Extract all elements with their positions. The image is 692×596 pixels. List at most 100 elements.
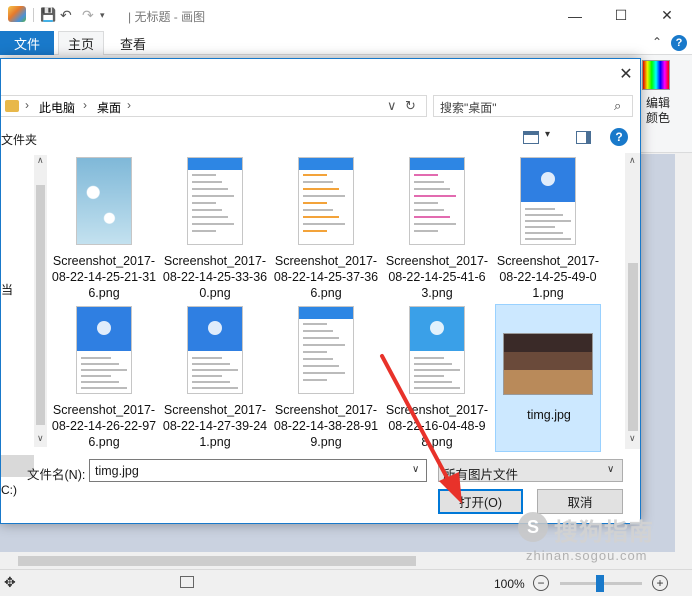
search-placeholder: 搜索"桌面" bbox=[440, 101, 497, 115]
scroll-down-icon[interactable]: ∨ bbox=[37, 433, 44, 444]
status-bar: ✥ 100% − + bbox=[0, 569, 692, 596]
address-bar[interactable]: › 此电脑 › 桌面 › ∨ ↻ bbox=[1, 95, 427, 117]
tab-view[interactable]: 查看 bbox=[110, 31, 156, 55]
file-item[interactable]: Screenshot_2017-08-22-14-25-33-360.png bbox=[162, 155, 268, 303]
refresh-icon[interactable]: ↻ bbox=[405, 98, 416, 114]
search-input[interactable]: 搜索"桌面" ⌕ bbox=[433, 95, 633, 117]
canvas-vertical-scrollbar[interactable] bbox=[675, 154, 692, 552]
minimize-button[interactable]: — bbox=[552, 0, 598, 31]
zoom-out-button[interactable]: − bbox=[533, 575, 549, 591]
file-item[interactable]: Screenshot_2017-08-22-14-26-22-976.png bbox=[51, 304, 157, 452]
tab-file[interactable]: 文件 bbox=[0, 31, 54, 55]
image-thumbnail bbox=[503, 333, 593, 395]
filename-value: timg.jpg bbox=[95, 464, 139, 478]
file-item[interactable]: Screenshot_2017-08-22-14-25-21-316.png bbox=[51, 155, 157, 303]
nav-item[interactable]: 当 bbox=[1, 281, 13, 298]
move-cursor-icon: ✥ bbox=[4, 574, 16, 590]
file-item[interactable]: Screenshot_2017-08-22-14-25-49-01.png bbox=[495, 155, 601, 303]
screenshot-thumbnail bbox=[298, 157, 354, 245]
color-palette-icon[interactable] bbox=[642, 60, 670, 90]
file-name: Screenshot_2017-08-22-14-38-28-919.png bbox=[273, 403, 379, 449]
close-button[interactable]: ✕ bbox=[644, 0, 690, 31]
screenshot-thumbnail bbox=[409, 306, 465, 394]
address-dropdown-icon[interactable]: ∨ bbox=[387, 98, 397, 114]
nav-item-drive-c[interactable]: C:) bbox=[1, 483, 17, 497]
dialog-help-icon[interactable]: ? bbox=[610, 128, 628, 146]
screenshot-thumbnail bbox=[76, 306, 132, 394]
preview-pane-icon[interactable] bbox=[576, 131, 591, 144]
collapse-ribbon-icon[interactable]: ⌃ bbox=[652, 35, 662, 49]
zoom-level: 100% bbox=[494, 577, 525, 591]
file-name: timg.jpg bbox=[527, 408, 571, 422]
screenshot-thumbnail bbox=[409, 157, 465, 245]
help-icon[interactable]: ? bbox=[671, 35, 687, 51]
file-name: Screenshot_2017-08-22-14-25-49-01.png bbox=[496, 254, 600, 300]
filetype-select[interactable]: 所有图片文件 ∨ bbox=[438, 459, 623, 482]
paint-app-icon[interactable] bbox=[8, 6, 26, 22]
breadcrumb-desktop[interactable]: 桌面 bbox=[97, 99, 121, 116]
chevron-down-icon[interactable]: ∨ bbox=[412, 464, 419, 475]
breadcrumb-chevron-icon[interactable]: › bbox=[83, 98, 87, 112]
filename-label: 文件名(N): bbox=[27, 468, 86, 482]
scroll-down-icon[interactable]: ∨ bbox=[629, 433, 636, 444]
maximize-button[interactable]: ☐ bbox=[598, 0, 644, 31]
nav-scroll-thumb[interactable] bbox=[36, 185, 45, 425]
file-item[interactable]: Screenshot_2017-08-22-14-25-37-366.png bbox=[273, 155, 379, 303]
file-item[interactable]: timg.jpg bbox=[495, 304, 601, 452]
new-folder-button[interactable]: 文件夹 bbox=[1, 131, 37, 148]
file-item[interactable]: Screenshot_2017-08-22-14-27-39-241.png bbox=[162, 304, 268, 452]
screenshot-thumbnail bbox=[187, 157, 243, 245]
screenshot-thumbnail bbox=[187, 306, 243, 394]
scroll-up-icon[interactable]: ∧ bbox=[37, 155, 44, 166]
zoom-in-button[interactable]: + bbox=[652, 575, 668, 591]
save-icon[interactable]: 💾 bbox=[40, 7, 56, 23]
folder-icon bbox=[5, 100, 19, 112]
screenshot-thumbnail bbox=[520, 157, 576, 245]
watermark: S 搜狗指南 zhinan.sogou.com bbox=[518, 512, 678, 568]
file-item[interactable]: Screenshot_2017-08-22-14-25-41-63.png bbox=[384, 155, 490, 303]
chevron-down-icon[interactable]: ∨ bbox=[607, 464, 614, 475]
file-name: Screenshot_2017-08-22-16-04-48-98.png bbox=[385, 403, 489, 449]
redo-icon[interactable]: ↷ bbox=[82, 7, 94, 24]
file-list-scroll-thumb[interactable] bbox=[628, 263, 638, 431]
cancel-button[interactable]: 取消 bbox=[537, 489, 623, 514]
sogou-logo-icon: S bbox=[518, 512, 548, 542]
dialog-toolbar: 文件夹 ▾ ? bbox=[1, 125, 640, 151]
filename-input[interactable]: timg.jpg ∨ bbox=[89, 459, 427, 482]
breadcrumb-chevron-icon[interactable]: › bbox=[127, 98, 131, 112]
dialog-close-button[interactable]: ✕ bbox=[613, 63, 639, 85]
search-icon[interactable]: ⌕ bbox=[614, 98, 621, 114]
scroll-up-icon[interactable]: ∧ bbox=[629, 155, 636, 166]
file-item[interactable]: Screenshot_2017-08-22-14-38-28-919.png bbox=[273, 304, 379, 452]
window-title: | 无标题 - 画图 bbox=[128, 10, 206, 24]
zoom-slider-thumb[interactable] bbox=[596, 575, 604, 592]
view-options-dropdown-icon[interactable]: ▾ bbox=[545, 129, 550, 140]
ribbon-tabs: 文件 主页 查看 ⌃ ? bbox=[0, 31, 692, 55]
open-file-dialog: ✕ › 此电脑 › 桌面 › ∨ ↻ 搜索"桌面" ⌕ 文件夹 ▾ ? 当 C:… bbox=[0, 58, 641, 524]
change-view-icon[interactable] bbox=[523, 131, 539, 144]
file-list: Screenshot_2017-08-22-14-25-21-316.png Sc… bbox=[49, 153, 627, 452]
watermark-url: zhinan.sogou.com bbox=[526, 548, 648, 563]
file-name: Screenshot_2017-08-22-14-25-41-63.png bbox=[385, 254, 489, 300]
screenshot-thumbnail bbox=[298, 306, 354, 394]
watermark-text: 搜狗指南 bbox=[554, 519, 654, 546]
file-name: Screenshot_2017-08-22-14-27-39-241.png bbox=[162, 403, 268, 449]
file-name: Screenshot_2017-08-22-14-25-37-366.png bbox=[273, 254, 379, 300]
customize-toolbar-icon[interactable]: ▾ bbox=[100, 10, 105, 21]
divider bbox=[33, 8, 34, 22]
filetype-value: 所有图片文件 bbox=[443, 468, 519, 482]
file-name: Screenshot_2017-08-22-14-26-22-976.png bbox=[51, 403, 157, 449]
breadcrumb-this-pc[interactable]: 此电脑 bbox=[39, 99, 75, 116]
tab-home[interactable]: 主页 bbox=[58, 31, 104, 55]
edit-colors-button[interactable]: 编辑颜色 bbox=[643, 96, 673, 126]
canvas-scroll-thumb[interactable] bbox=[18, 556, 416, 566]
title-bar: 💾 ↶ ↷ ▾ | 无标题 - 画图 — ☐ ✕ bbox=[0, 0, 692, 31]
screenshot-thumbnail bbox=[76, 157, 132, 245]
selection-size-icon bbox=[180, 576, 194, 588]
file-name: Screenshot_2017-08-22-14-25-21-316.png bbox=[51, 254, 157, 300]
undo-icon[interactable]: ↶ bbox=[60, 7, 72, 24]
file-name: Screenshot_2017-08-22-14-25-33-360.png bbox=[162, 254, 268, 300]
file-item[interactable]: Screenshot_2017-08-22-16-04-48-98.png bbox=[384, 304, 490, 452]
breadcrumb-chevron-icon[interactable]: › bbox=[25, 98, 29, 112]
open-button[interactable]: 打开(O) bbox=[438, 489, 523, 514]
